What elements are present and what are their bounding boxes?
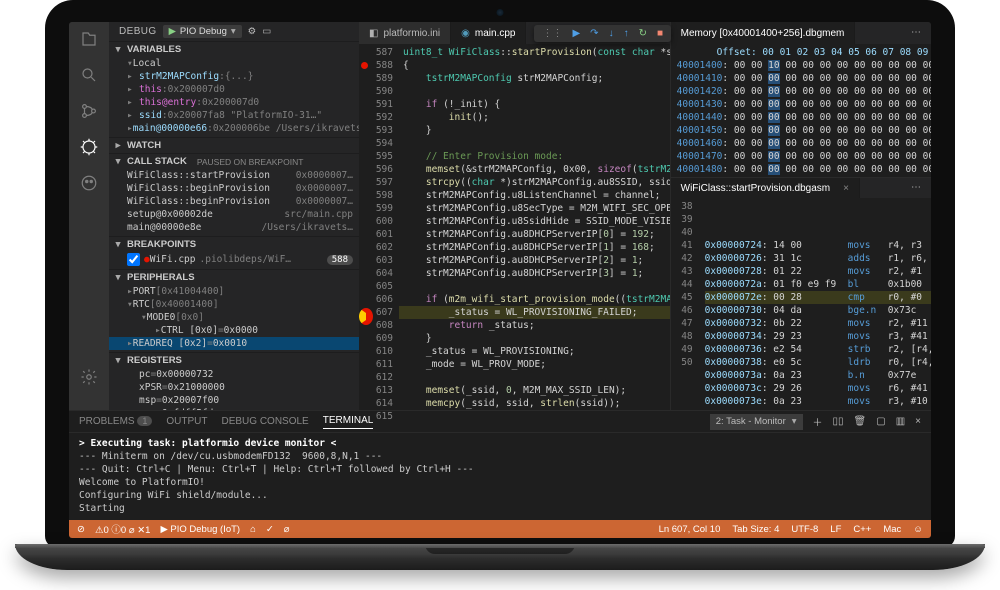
editor-tab[interactable]: ◧platformio.ini (359, 22, 451, 44)
stack-frame[interactable]: main@00000e8e/Users/ikravets… (109, 221, 359, 234)
peripheral-node[interactable]: ▾ MODE0 [0x0] (109, 311, 359, 324)
explorer-icon[interactable] (78, 28, 100, 50)
peripheral-node[interactable]: ▸ PORT [0x41004400] (109, 285, 359, 298)
laptop-camera (497, 9, 504, 16)
start-debug-icon: ▶ (169, 26, 176, 37)
debug-sidebar: DEBUG ▶ PIO Debug ▾ ⚙ ▭ ▾VARIABLES ▾ Loc… (109, 22, 359, 410)
bottom-panel: PROBLEMS 1OUTPUTDEBUG CONSOLETERMINAL 2:… (69, 410, 931, 520)
debug-title: DEBUG (119, 26, 157, 37)
section-variables[interactable]: ▾VARIABLES (109, 42, 359, 57)
register-row[interactable]: pc = 0x00000732 (109, 368, 359, 381)
breakpoint-row[interactable]: ● WiFi.cpp .piolibdeps/WiF…588 (109, 252, 359, 267)
status-bar: ⊘ ⚠0 ⓘ0 ⌀ ✕1 ▶ PIO Debug (IoT) ⌂ ✓ ⌀ Ln 607, … (69, 520, 931, 538)
debug-icon[interactable] (78, 136, 100, 158)
terminal-selector[interactable]: 2: Task - Monitor ▾ (710, 414, 803, 430)
restart-icon[interactable]: ↻ (639, 28, 647, 39)
section-breakpoints[interactable]: ▾BREAKPOINTS (109, 237, 359, 252)
drag-handle-icon[interactable]: ⋮⋮ (542, 28, 562, 39)
close-icon[interactable]: × (843, 183, 849, 194)
status-item[interactable]: ⊘ (77, 522, 85, 536)
settings-icon[interactable] (78, 366, 100, 388)
panel-tab[interactable]: PROBLEMS 1 (79, 416, 152, 427)
activity-bar (69, 22, 109, 410)
panel-tabbar: PROBLEMS 1OUTPUTDEBUG CONSOLETERMINAL 2:… (69, 411, 931, 433)
chevron-down-icon: ▾ (231, 26, 236, 37)
tab-bar-memory: Memory [0x40001400+256].dbgmem ⋯ (671, 22, 931, 44)
status-item[interactable]: ⌀ (284, 522, 290, 536)
peripheral-node[interactable]: ▾ RTC [0x40001400] (109, 298, 359, 311)
peripheral-register[interactable]: ▸ CTRL [0x0] = 0x0000 (109, 324, 359, 337)
debug-console-icon[interactable]: ▭ (262, 26, 271, 37)
status-item[interactable]: ☺ (913, 524, 923, 535)
variable-row[interactable]: ▸this@entry: 0x200007d0 (109, 96, 359, 109)
debug-toolbar[interactable]: ⋮⋮ ▶ ↷ ↓ ↑ ↻ ■ (534, 25, 671, 42)
tab-bar-left: ◧platformio.ini◉main.cpp ⋮⋮ ▶ ↷ ↓ ↑ ↻ ■ (359, 22, 670, 44)
status-item[interactable]: UTF-8 (791, 524, 818, 535)
memory-hex-view[interactable]: Offset: 00 01 02 03 04 05 06 07 08 09 0A… (671, 44, 931, 177)
step-into-icon[interactable]: ↓ (609, 28, 614, 39)
step-over-icon[interactable]: ↷ (590, 28, 598, 39)
disassembly-view[interactable]: 38394041424344454647484950 0x00000724: 1… (671, 198, 931, 410)
gear-icon[interactable]: ⚙ (248, 26, 257, 37)
vscode-window: DEBUG ▶ PIO Debug ▾ ⚙ ▭ ▾VARIABLES ▾ Loc… (69, 22, 931, 538)
editor-group-left: ◧platformio.ini◉main.cpp ⋮⋮ ▶ ↷ ↓ ↑ ↻ ■ (359, 22, 670, 410)
status-item[interactable]: Mac (883, 524, 901, 535)
laptop-base (15, 544, 985, 570)
register-row[interactable]: xPSR = 0x21000000 (109, 381, 359, 394)
status-item[interactable]: ▶ PIO Debug (IoT) (160, 522, 240, 536)
scope-local[interactable]: ▾ Local (109, 57, 359, 70)
section-watch[interactable]: ▸WATCH (109, 138, 359, 153)
status-item[interactable]: Ln 607, Col 10 (659, 524, 721, 535)
peripheral-register[interactable]: ▸ READREQ [0x2] = 0x0010 (109, 337, 359, 350)
variable-row[interactable]: ▸main@00000e66: 0x200006be /Users/ikrave… (109, 122, 359, 135)
register-row[interactable]: msp = 0x20007f00 (109, 394, 359, 407)
panel-tab[interactable]: OUTPUT (166, 416, 207, 427)
status-item[interactable]: Tab Size: 4 (732, 524, 779, 535)
step-out-icon[interactable]: ↑ (624, 28, 629, 39)
editor-group-right: Memory [0x40001400+256].dbgmem ⋯ Offset:… (670, 22, 931, 410)
breakpoint-checkbox[interactable] (127, 253, 140, 266)
status-item[interactable]: C++ (853, 524, 871, 535)
status-item[interactable]: ⌂ (250, 522, 256, 536)
search-icon[interactable] (78, 64, 100, 86)
section-registers[interactable]: ▾REGISTERS (109, 353, 359, 368)
maximize-panel-icon[interactable]: ▢ (876, 416, 885, 427)
more-icon[interactable]: ⋯ (911, 27, 923, 39)
variable-row[interactable]: ▸ssid: 0x20007fa8 "PlatformIO-31…" (109, 109, 359, 122)
panel-tab[interactable]: DEBUG CONSOLE (221, 416, 308, 427)
status-item[interactable]: ✓ (266, 522, 274, 536)
section-callstack[interactable]: ▾CALL STACKPAUSED ON BREAKPOINT (109, 154, 359, 169)
terminal-output[interactable]: > Executing task: platformio device moni… (69, 433, 931, 520)
editor-tab[interactable]: ◉main.cpp (451, 22, 526, 44)
scm-icon[interactable] (78, 100, 100, 122)
debug-config-selector[interactable]: ▶ PIO Debug ▾ (163, 25, 242, 38)
status-item[interactable]: LF (830, 524, 841, 535)
variable-row[interactable]: ▸strM2MAPConfig: {...} (109, 70, 359, 83)
section-peripherals[interactable]: ▾PERIPHERALS (109, 270, 359, 285)
tab-memory[interactable]: Memory [0x40001400+256].dbgmem (671, 22, 856, 44)
stop-icon[interactable]: ■ (657, 28, 663, 39)
layout-icon[interactable]: ▥ (896, 416, 905, 427)
stack-frame[interactable]: WiFiClass::beginProvision0x0000007… (109, 182, 359, 195)
split-terminal-icon[interactable]: ▯▯ (833, 416, 844, 427)
stack-frame[interactable]: WiFiClass::startProvision0x0000007… (109, 169, 359, 182)
platformio-icon[interactable] (78, 172, 100, 194)
more-icon[interactable]: ⋯ (911, 182, 923, 194)
stack-frame[interactable]: setup@0x00002desrc/main.cpp (109, 208, 359, 221)
stack-frame[interactable]: WiFiClass::beginProvision0x0000007… (109, 195, 359, 208)
variable-row[interactable]: ▸this: 0x200007d0 (109, 83, 359, 96)
tab-disassembly[interactable]: WiFiClass::startProvision.dbgasm× (671, 178, 860, 198)
status-item[interactable]: ⚠0 ⓘ0 ⌀ ✕1 (95, 522, 150, 536)
debug-header: DEBUG ▶ PIO Debug ▾ ⚙ ▭ (109, 22, 359, 41)
code-editor[interactable]: 5875885895905915925935945955965975985996… (359, 44, 670, 410)
trash-icon[interactable]: 🗑 (854, 416, 867, 427)
continue-icon[interactable]: ▶ (572, 28, 580, 39)
close-panel-icon[interactable]: × (915, 416, 921, 427)
new-terminal-icon[interactable]: ＋ (813, 414, 823, 429)
